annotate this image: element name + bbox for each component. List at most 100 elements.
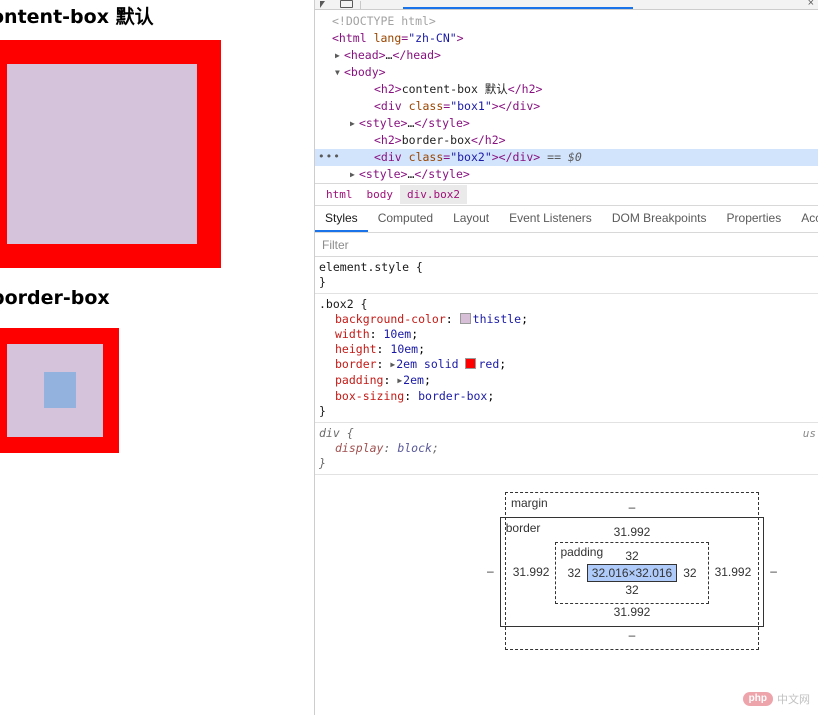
margin-top-value[interactable]: – xyxy=(518,499,746,515)
tab-properties[interactable]: Properties xyxy=(717,206,792,232)
sidebar-tabbar[interactable]: Styles Computed Layout Event Listeners DOM B… xyxy=(315,205,818,233)
breadcrumb-item-html[interactable]: html xyxy=(319,185,360,204)
css-value[interactable]: border-box xyxy=(418,389,487,403)
dom-node-markup: <style>…</style> xyxy=(359,167,470,181)
padding-label: padding xyxy=(560,545,604,559)
dom-node-row[interactable]: ▼ <body> xyxy=(315,64,818,81)
css-rule[interactable]: .box2 {background-color: thistle; width: … xyxy=(315,294,818,423)
css-value[interactable]: block xyxy=(397,441,432,455)
devtools-panel: × <!DOCTYPE html> <html lang="zh-CN"> ▶ <he… xyxy=(314,0,818,715)
margin-left-value[interactable]: – xyxy=(487,564,494,578)
chevron-right-icon[interactable]: ▶ xyxy=(390,357,395,372)
css-value[interactable]: 10em xyxy=(383,327,411,341)
box-model-content-size[interactable]: 32.016×32.016 xyxy=(586,564,678,582)
dom-node-row[interactable]: <div class="box1"></div> xyxy=(315,98,818,115)
watermark: php 中文网 xyxy=(742,691,810,707)
dom-node-row[interactable]: <h2>border-box</h2> xyxy=(315,132,818,149)
css-declaration[interactable]: width: 10em; xyxy=(319,327,818,342)
toolbar-divider xyxy=(360,1,361,9)
color-swatch[interactable] xyxy=(465,358,477,369)
chevron-right-icon[interactable]: ▶ xyxy=(335,47,344,64)
tab-styles[interactable]: Styles xyxy=(315,206,368,232)
page-viewport: ontent-box 默认 border-box xyxy=(0,0,314,715)
css-value[interactable]: 10em xyxy=(390,342,418,356)
tab-acces[interactable]: Acces xyxy=(791,206,818,232)
css-declaration[interactable]: border: ▶2em solid red; xyxy=(319,357,818,373)
chevron-right-icon[interactable]: ▶ xyxy=(350,166,359,183)
border-top-value[interactable]: 31.992 xyxy=(513,524,752,540)
dom-node-markup: <h2>content-box 默认</h2> xyxy=(374,82,543,96)
css-declaration[interactable]: display: block; xyxy=(319,441,818,456)
dom-node-markup: <!DOCTYPE html> xyxy=(332,14,436,28)
css-rule[interactable]: us div {display: block;} xyxy=(315,423,818,475)
css-selector[interactable]: .box2 { xyxy=(319,297,818,312)
dom-node-row[interactable]: <html lang="zh-CN"> xyxy=(315,30,818,47)
chevron-down-icon[interactable]: ▼ xyxy=(335,64,344,81)
css-declaration[interactable]: background-color: thistle; xyxy=(319,312,818,327)
dom-node-markup: <style>…</style> xyxy=(359,116,470,130)
color-swatch[interactable] xyxy=(459,313,471,324)
margin-label: margin xyxy=(511,496,548,510)
css-declaration[interactable]: box-sizing: border-box; xyxy=(319,389,818,404)
box-model-padding-layer[interactable]: padding 32 32 32.016×32.016 32 32 xyxy=(555,542,709,604)
css-property[interactable]: background-color xyxy=(335,312,446,326)
breadcrumb-item-div-box2[interactable]: div.box2 xyxy=(400,185,467,204)
tab-computed[interactable]: Computed xyxy=(368,206,443,232)
chevron-right-icon[interactable]: ▶ xyxy=(397,373,402,388)
css-property[interactable]: padding xyxy=(335,373,383,387)
box-model-border-layer[interactable]: border 31.992 31.992 padding 32 32 32.01… xyxy=(499,517,765,627)
tab-layout[interactable]: Layout xyxy=(443,206,499,232)
tab-event-listeners[interactable]: Event Listeners xyxy=(499,206,602,232)
tab-dom-breakpoints[interactable]: DOM Breakpoints xyxy=(602,206,717,232)
css-rule-close: } xyxy=(319,456,326,470)
close-icon[interactable]: × xyxy=(808,0,814,9)
css-value-color[interactable]: red xyxy=(478,357,499,371)
dom-node-row[interactable]: ▶ <style>…</style> xyxy=(315,166,818,183)
dom-node-row[interactable]: ▶ <style>…</style> xyxy=(315,115,818,132)
styles-pane[interactable]: element.style {} .box2 {background-color:… xyxy=(315,257,818,475)
padding-right-value[interactable]: 32 xyxy=(683,566,696,580)
watermark-badge: php xyxy=(742,692,773,706)
breadcrumb-item-body[interactable]: body xyxy=(360,185,401,204)
css-declaration[interactable]: height: 10em; xyxy=(319,342,818,357)
css-rule[interactable]: element.style {} xyxy=(315,257,818,294)
box-model-margin-layer[interactable]: margin – – border 31.992 31.992 padding … xyxy=(487,492,777,650)
css-property[interactable]: height xyxy=(335,342,377,356)
dom-tree[interactable]: <!DOCTYPE html> <html lang="zh-CN"> ▶ <head… xyxy=(315,10,818,183)
node-menu-icon[interactable]: ••• xyxy=(318,151,341,162)
margin-right-value[interactable]: – xyxy=(770,564,777,578)
dom-node-markup: <body> xyxy=(344,65,386,79)
css-declaration[interactable]: padding: ▶2em; xyxy=(319,373,818,389)
css-property[interactable]: border xyxy=(335,357,377,371)
border-left-value[interactable]: 31.992 xyxy=(513,565,550,579)
breadcrumb[interactable]: html body div.box2 xyxy=(315,183,818,205)
margin-bottom-value[interactable]: – xyxy=(518,627,746,643)
inspector-content-highlight xyxy=(44,372,76,408)
dom-node-row[interactable]: <h2>content-box 默认</h2> xyxy=(315,81,818,98)
css-value[interactable]: 2em solid xyxy=(396,357,465,371)
dom-node-row[interactable]: <!DOCTYPE html> xyxy=(315,13,818,30)
dom-node-markup: <head>…</head> xyxy=(344,48,441,62)
css-selector[interactable]: element.style { xyxy=(319,260,818,275)
padding-left-value[interactable]: 32 xyxy=(567,566,580,580)
dom-node-row[interactable]: ▶ <head>…</head> xyxy=(315,47,818,64)
rule-source[interactable]: us xyxy=(803,426,816,441)
inspect-cursor-icon[interactable] xyxy=(318,0,332,8)
css-property[interactable]: box-sizing xyxy=(335,389,404,403)
styles-filter-bar[interactable]: Filter xyxy=(315,233,818,257)
css-property[interactable]: width xyxy=(335,327,370,341)
css-selector[interactable]: div { xyxy=(319,426,818,441)
demo-box-content-box[interactable] xyxy=(0,40,221,268)
css-value[interactable]: thistle xyxy=(473,312,521,326)
dom-node-markup: <html lang="zh-CN"> xyxy=(332,31,464,45)
border-bottom-value[interactable]: 31.992 xyxy=(513,604,752,620)
dom-node-markup: <div class="box2"></div> == $0 xyxy=(374,150,582,164)
dom-node-row[interactable]: ••• <div class="box2"></div> == $0 xyxy=(315,149,818,166)
css-property[interactable]: display xyxy=(335,441,383,455)
device-toolbar-icon[interactable] xyxy=(339,0,353,8)
dom-node-markup: <h2>border-box</h2> xyxy=(374,133,506,147)
css-value[interactable]: 2em xyxy=(403,373,424,387)
chevron-right-icon[interactable]: ▶ xyxy=(350,115,359,132)
padding-bottom-value[interactable]: 32 xyxy=(567,582,696,598)
border-right-value[interactable]: 31.992 xyxy=(715,565,752,579)
